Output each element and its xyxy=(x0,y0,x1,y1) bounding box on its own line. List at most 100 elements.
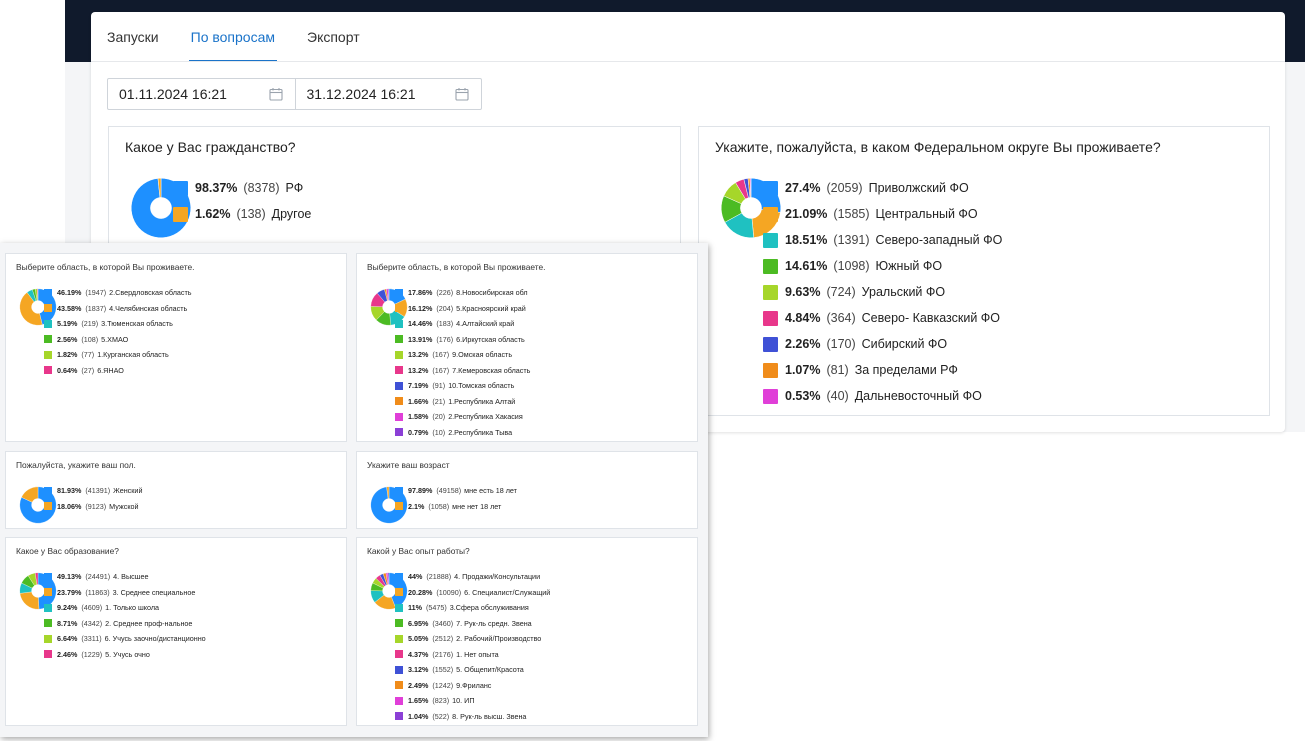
legend-item[interactable]: 13.2% (167) 7.Кемеровская область xyxy=(395,363,530,379)
legend-item[interactable]: 4.84% (364) Северо- Кавказский ФО xyxy=(763,305,1002,331)
legend-item[interactable]: 11% (5475) 3.Сфера обслуживания xyxy=(395,600,550,616)
legend-item[interactable]: 97.89% (49158) мне есть 18 лет xyxy=(395,483,517,499)
legend-count: (226) xyxy=(436,288,454,298)
legend-label: 9.Фриланс xyxy=(456,680,492,690)
legend-item[interactable]: 0.53% (40) Дальневосточный ФО xyxy=(763,383,1002,409)
legend-item[interactable]: 18.51% (1391) Северо-западный ФО xyxy=(763,227,1002,253)
legend-item[interactable]: 2.1% (1058) мне нет 18 лет xyxy=(395,499,517,515)
legend-percent: 5.05% xyxy=(408,634,429,644)
date-from-value: 01.11.2024 16:21 xyxy=(119,86,227,102)
legend-item[interactable]: 49.13% (24491) 4. Высшее xyxy=(44,569,206,585)
legend-count: (9123) xyxy=(85,501,107,511)
legend-item[interactable]: 2.46% (1229) 5. Учусь очно xyxy=(44,647,206,663)
tab-launches[interactable]: Запуски xyxy=(107,12,159,62)
legend-percent: 18.51% xyxy=(785,233,828,247)
legend-item[interactable]: 98.37% (8378) РФ xyxy=(173,175,311,201)
legend-label: 5. Общепит/Красота xyxy=(456,665,524,675)
legend-percent: 97.89% xyxy=(408,486,433,496)
legend-item[interactable]: 18.06% (9123) Мужской xyxy=(44,499,142,515)
legend-item[interactable]: 14.61% (1098) Южный ФО xyxy=(763,253,1002,279)
legend-item[interactable]: 81.93% (41391) Женский xyxy=(44,483,142,499)
legend-item[interactable]: 0.64% (27) 6.ЯНАО xyxy=(44,363,192,379)
legend-percent: 3.12% xyxy=(408,665,429,675)
legend-count: (27) xyxy=(81,365,95,375)
tab-by-questions[interactable]: По вопросам xyxy=(188,12,278,62)
legend-swatch xyxy=(763,336,778,352)
legend-count: (20) xyxy=(432,412,446,422)
calendar-icon[interactable] xyxy=(268,87,283,101)
legend-percent: 13.2% xyxy=(408,350,429,360)
legend-percent: 2.46% xyxy=(57,649,78,659)
legend-count: (91) xyxy=(432,381,446,391)
legend-label: 2.Свердловская область xyxy=(109,288,192,298)
legend-percent: 2.26% xyxy=(785,337,821,351)
legend-item[interactable]: 4.37% (2176) 1. Нет опыта xyxy=(395,647,550,663)
date-from-field[interactable]: 01.11.2024 16:21 xyxy=(108,79,295,109)
legend-item[interactable]: 5.05% (2512) 2. Рабочий/Производство xyxy=(395,631,550,647)
date-to-field[interactable]: 31.12.2024 16:21 xyxy=(294,79,482,109)
legend-label: 1. Нет опыта xyxy=(456,649,499,659)
legend-percent: 7.19% xyxy=(408,381,429,391)
legend-item[interactable]: 1.82% (77) 1.Курганская область xyxy=(44,347,192,363)
legend-item[interactable]: 2.49% (1242) 9.Фриланс xyxy=(395,678,550,694)
legend-item[interactable]: 44% (21888) 4. Продажи/Консультации xyxy=(395,569,550,585)
legend-label: 6.Иркутская область xyxy=(456,334,525,344)
legend-item[interactable]: 43.58% (1837) 4.Челябинская область xyxy=(44,301,192,317)
legend-count: (176) xyxy=(436,334,454,344)
date-range-picker[interactable]: 01.11.2024 16:21 31.12.2024 16:21 xyxy=(107,78,482,110)
legend-item[interactable]: 27.4% (2059) Приволжский ФО xyxy=(763,175,1002,201)
legend-item[interactable]: 17.86% (226) 8.Новосибирская обл xyxy=(395,285,530,301)
legend-item[interactable]: 3.12% (1552) 5. Общепит/Красота xyxy=(395,662,550,678)
legend-item[interactable]: 16.12% (204) 5.Красноярский край xyxy=(395,301,530,317)
legend-item[interactable]: 9.63% (724) Уральский ФО xyxy=(763,279,1002,305)
legend-label: 3.Тюменская область xyxy=(101,319,173,329)
legend-item[interactable]: 9.24% (4609) 1. Только школа xyxy=(44,600,206,616)
legend-item[interactable]: 7.19% (91) 10.Томская область xyxy=(395,378,530,394)
legend-item[interactable]: 8.71% (4342) 2. Среднее проф-нальное xyxy=(44,616,206,632)
legend-percent: 49.13% xyxy=(57,572,82,582)
legend-item[interactable]: 2.26% (170) Сибирский ФО xyxy=(763,331,1002,357)
calendar-icon[interactable] xyxy=(455,87,469,101)
legend-item[interactable]: 5.19% (219) 3.Тюменская область xyxy=(44,316,192,332)
legend-item[interactable]: 1.65% (823) 10. ИП xyxy=(395,693,550,709)
legend-label: Приволжский ФО xyxy=(868,181,969,195)
legend-count: (204) xyxy=(436,303,454,313)
legend-item[interactable]: 6.95% (3460) 7. Рук-ль средн. Звена xyxy=(395,616,550,632)
legend-count: (823) xyxy=(432,696,450,706)
legend-percent: 81.93% xyxy=(57,486,82,496)
legend-item[interactable]: 1.07% (81) За пределами РФ xyxy=(763,357,1002,383)
legend-percent: 2.49% xyxy=(408,680,429,690)
pie-slice[interactable] xyxy=(19,591,40,610)
legend-swatch xyxy=(395,366,403,375)
legend-item[interactable]: 46.19% (1947) 2.Свердловская область xyxy=(44,285,192,301)
legend-item[interactable]: 13.2% (167) 9.Омская область xyxy=(395,347,530,363)
legend-count: (8378) xyxy=(243,181,280,195)
legend-swatch xyxy=(763,232,778,248)
legend-label: 1. Только школа xyxy=(105,603,160,613)
legend-item[interactable]: 21.09% (1585) Центральный ФО xyxy=(763,201,1002,227)
legend-item[interactable]: 1.58% (20) 2.Республика Хакасия xyxy=(395,409,530,425)
legend-item[interactable]: 13.91% (176) 6.Иркутская область xyxy=(395,332,530,348)
legend-item[interactable]: 0.79% (10) 2.Республика Тыва xyxy=(395,425,530,441)
legend-percent: 8.71% xyxy=(57,618,78,628)
legend-item[interactable]: 20.28% (10090) 6. Специалист/Служащий xyxy=(395,585,550,601)
legend-item[interactable]: 6.64% (3311) 6. Учусь заочно/дистанционно xyxy=(44,631,206,647)
legend-count: (2176) xyxy=(432,649,454,659)
legend-item[interactable]: 1.62% (138) Другое xyxy=(173,201,311,227)
legend-label: 7.Кемеровская область xyxy=(452,365,531,375)
legend-item[interactable]: 2.56% (108) 5.ХМАО xyxy=(44,332,192,348)
legend-count: (77) xyxy=(81,350,95,360)
legend-item[interactable]: 1.66% (21) 1.Республика Алтай xyxy=(395,394,530,410)
legend-swatch xyxy=(44,650,52,659)
legend-count: (2059) xyxy=(826,181,863,195)
legend-percent: 98.37% xyxy=(195,181,238,195)
legend-item[interactable]: 1.04% (522) 8. Рук-ль высш. Звена xyxy=(395,709,550,725)
legend-percent: 1.65% xyxy=(408,696,429,706)
legend-count: (1585) xyxy=(833,207,870,221)
legend-item[interactable]: 23.79% (11863) 3. Среднее специальное xyxy=(44,585,206,601)
legend-item[interactable]: 14.46% (183) 4.Алтайский край xyxy=(395,316,530,332)
legend-swatch xyxy=(395,397,403,406)
tab-export[interactable]: Экспорт xyxy=(307,12,360,62)
legend-percent: 20.28% xyxy=(408,587,433,597)
legend-count: (219) xyxy=(81,319,99,329)
